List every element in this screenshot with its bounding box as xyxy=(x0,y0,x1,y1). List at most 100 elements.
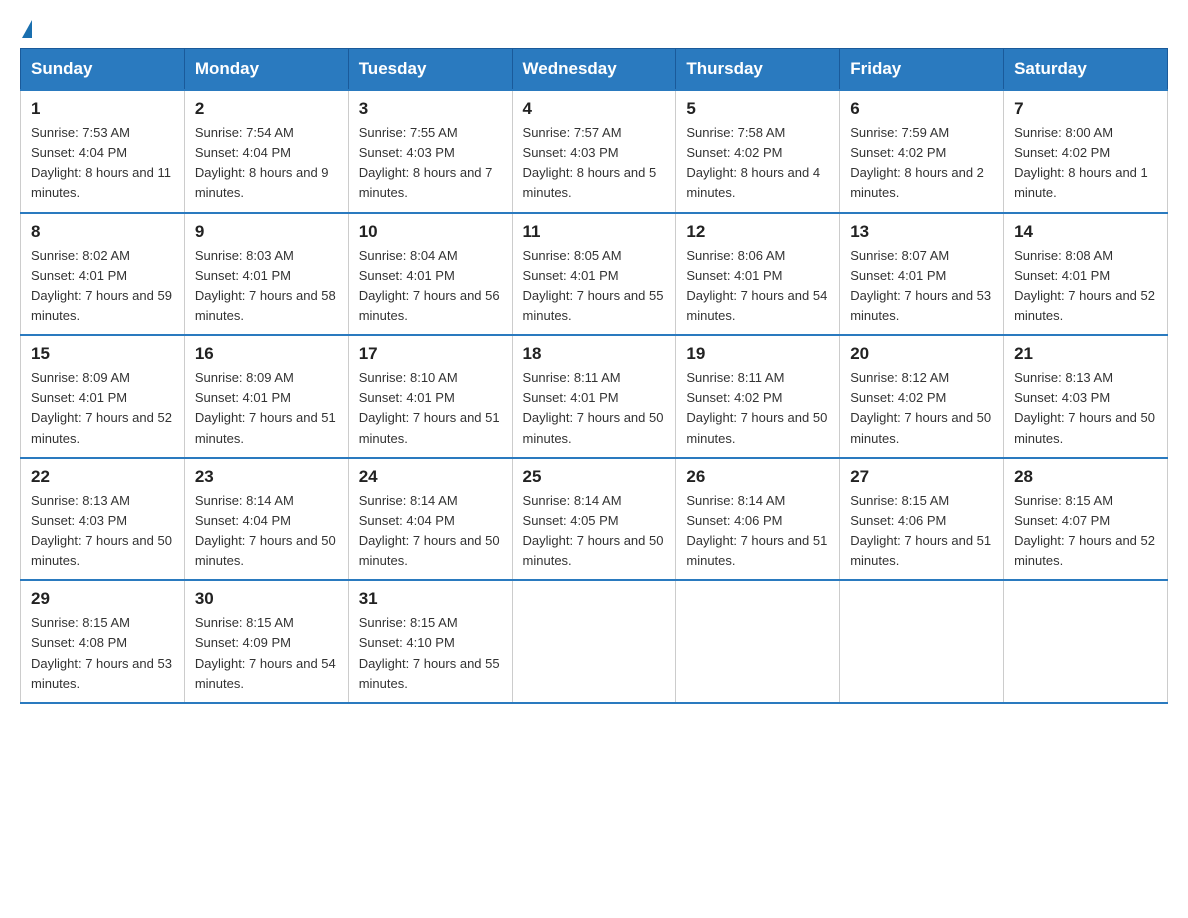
day-number: 24 xyxy=(359,467,502,487)
calendar-day-cell: 21 Sunrise: 8:13 AM Sunset: 4:03 PM Dayl… xyxy=(1004,335,1168,458)
calendar-table: Sunday Monday Tuesday Wednesday Thursday… xyxy=(20,48,1168,704)
calendar-day-cell: 23 Sunrise: 8:14 AM Sunset: 4:04 PM Dayl… xyxy=(184,458,348,581)
day-info: Sunrise: 8:00 AM Sunset: 4:02 PM Dayligh… xyxy=(1014,123,1157,204)
daylight-text: Daylight: 7 hours and 52 minutes. xyxy=(31,410,172,445)
day-info: Sunrise: 8:14 AM Sunset: 4:04 PM Dayligh… xyxy=(195,491,338,572)
sunrise-text: Sunrise: 8:08 AM xyxy=(1014,248,1113,263)
sunset-text: Sunset: 4:01 PM xyxy=(359,268,455,283)
daylight-text: Daylight: 7 hours and 51 minutes. xyxy=(850,533,991,568)
sunset-text: Sunset: 4:08 PM xyxy=(31,635,127,650)
sunset-text: Sunset: 4:04 PM xyxy=(195,513,291,528)
sunrise-text: Sunrise: 8:14 AM xyxy=(523,493,622,508)
daylight-text: Daylight: 7 hours and 52 minutes. xyxy=(1014,533,1155,568)
calendar-day-cell: 18 Sunrise: 8:11 AM Sunset: 4:01 PM Dayl… xyxy=(512,335,676,458)
day-number: 6 xyxy=(850,99,993,119)
sunrise-text: Sunrise: 8:09 AM xyxy=(31,370,130,385)
sunrise-text: Sunrise: 8:05 AM xyxy=(523,248,622,263)
col-sunday: Sunday xyxy=(21,49,185,91)
day-number: 27 xyxy=(850,467,993,487)
day-info: Sunrise: 8:15 AM Sunset: 4:07 PM Dayligh… xyxy=(1014,491,1157,572)
day-number: 5 xyxy=(686,99,829,119)
daylight-text: Daylight: 7 hours and 54 minutes. xyxy=(686,288,827,323)
daylight-text: Daylight: 7 hours and 50 minutes. xyxy=(686,410,827,445)
sunset-text: Sunset: 4:03 PM xyxy=(359,145,455,160)
daylight-text: Daylight: 7 hours and 51 minutes. xyxy=(195,410,336,445)
calendar-day-cell: 1 Sunrise: 7:53 AM Sunset: 4:04 PM Dayli… xyxy=(21,90,185,213)
day-info: Sunrise: 7:59 AM Sunset: 4:02 PM Dayligh… xyxy=(850,123,993,204)
day-info: Sunrise: 8:09 AM Sunset: 4:01 PM Dayligh… xyxy=(195,368,338,449)
daylight-text: Daylight: 7 hours and 50 minutes. xyxy=(523,410,664,445)
sunset-text: Sunset: 4:01 PM xyxy=(359,390,455,405)
day-number: 23 xyxy=(195,467,338,487)
sunset-text: Sunset: 4:01 PM xyxy=(31,268,127,283)
sunset-text: Sunset: 4:05 PM xyxy=(523,513,619,528)
daylight-text: Daylight: 7 hours and 54 minutes. xyxy=(195,656,336,691)
day-info: Sunrise: 8:10 AM Sunset: 4:01 PM Dayligh… xyxy=(359,368,502,449)
sunset-text: Sunset: 4:10 PM xyxy=(359,635,455,650)
sunrise-text: Sunrise: 7:59 AM xyxy=(850,125,949,140)
calendar-day-cell: 7 Sunrise: 8:00 AM Sunset: 4:02 PM Dayli… xyxy=(1004,90,1168,213)
day-number: 14 xyxy=(1014,222,1157,242)
sunrise-text: Sunrise: 8:15 AM xyxy=(359,615,458,630)
sunset-text: Sunset: 4:01 PM xyxy=(523,390,619,405)
calendar-day-cell: 10 Sunrise: 8:04 AM Sunset: 4:01 PM Dayl… xyxy=(348,213,512,336)
daylight-text: Daylight: 7 hours and 59 minutes. xyxy=(31,288,172,323)
day-info: Sunrise: 8:02 AM Sunset: 4:01 PM Dayligh… xyxy=(31,246,174,327)
day-info: Sunrise: 8:14 AM Sunset: 4:04 PM Dayligh… xyxy=(359,491,502,572)
day-number: 17 xyxy=(359,344,502,364)
sunrise-text: Sunrise: 7:58 AM xyxy=(686,125,785,140)
daylight-text: Daylight: 7 hours and 53 minutes. xyxy=(850,288,991,323)
day-number: 8 xyxy=(31,222,174,242)
day-number: 13 xyxy=(850,222,993,242)
sunrise-text: Sunrise: 8:10 AM xyxy=(359,370,458,385)
logo xyxy=(20,20,32,38)
day-info: Sunrise: 8:08 AM Sunset: 4:01 PM Dayligh… xyxy=(1014,246,1157,327)
day-number: 28 xyxy=(1014,467,1157,487)
day-info: Sunrise: 7:58 AM Sunset: 4:02 PM Dayligh… xyxy=(686,123,829,204)
sunset-text: Sunset: 4:02 PM xyxy=(686,145,782,160)
sunrise-text: Sunrise: 8:04 AM xyxy=(359,248,458,263)
sunrise-text: Sunrise: 8:15 AM xyxy=(850,493,949,508)
sunset-text: Sunset: 4:02 PM xyxy=(1014,145,1110,160)
sunrise-text: Sunrise: 8:00 AM xyxy=(1014,125,1113,140)
sunrise-text: Sunrise: 8:13 AM xyxy=(31,493,130,508)
calendar-day-cell: 30 Sunrise: 8:15 AM Sunset: 4:09 PM Dayl… xyxy=(184,580,348,703)
day-number: 25 xyxy=(523,467,666,487)
daylight-text: Daylight: 7 hours and 55 minutes. xyxy=(359,656,500,691)
day-info: Sunrise: 8:03 AM Sunset: 4:01 PM Dayligh… xyxy=(195,246,338,327)
sunset-text: Sunset: 4:02 PM xyxy=(850,390,946,405)
calendar-day-cell: 12 Sunrise: 8:06 AM Sunset: 4:01 PM Dayl… xyxy=(676,213,840,336)
day-number: 30 xyxy=(195,589,338,609)
daylight-text: Daylight: 7 hours and 56 minutes. xyxy=(359,288,500,323)
calendar-day-cell: 8 Sunrise: 8:02 AM Sunset: 4:01 PM Dayli… xyxy=(21,213,185,336)
calendar-day-cell xyxy=(840,580,1004,703)
day-number: 21 xyxy=(1014,344,1157,364)
sunrise-text: Sunrise: 8:14 AM xyxy=(686,493,785,508)
sunset-text: Sunset: 4:09 PM xyxy=(195,635,291,650)
day-info: Sunrise: 8:06 AM Sunset: 4:01 PM Dayligh… xyxy=(686,246,829,327)
sunrise-text: Sunrise: 8:15 AM xyxy=(195,615,294,630)
calendar-day-cell: 13 Sunrise: 8:07 AM Sunset: 4:01 PM Dayl… xyxy=(840,213,1004,336)
calendar-week-row: 1 Sunrise: 7:53 AM Sunset: 4:04 PM Dayli… xyxy=(21,90,1168,213)
day-number: 26 xyxy=(686,467,829,487)
day-info: Sunrise: 8:15 AM Sunset: 4:10 PM Dayligh… xyxy=(359,613,502,694)
day-number: 2 xyxy=(195,99,338,119)
sunrise-text: Sunrise: 8:07 AM xyxy=(850,248,949,263)
calendar-day-cell: 25 Sunrise: 8:14 AM Sunset: 4:05 PM Dayl… xyxy=(512,458,676,581)
day-info: Sunrise: 8:13 AM Sunset: 4:03 PM Dayligh… xyxy=(31,491,174,572)
calendar-day-cell: 28 Sunrise: 8:15 AM Sunset: 4:07 PM Dayl… xyxy=(1004,458,1168,581)
sunset-text: Sunset: 4:01 PM xyxy=(31,390,127,405)
sunset-text: Sunset: 4:04 PM xyxy=(195,145,291,160)
sunset-text: Sunset: 4:01 PM xyxy=(850,268,946,283)
calendar-day-cell: 20 Sunrise: 8:12 AM Sunset: 4:02 PM Dayl… xyxy=(840,335,1004,458)
daylight-text: Daylight: 8 hours and 11 minutes. xyxy=(31,165,171,200)
day-number: 10 xyxy=(359,222,502,242)
col-monday: Monday xyxy=(184,49,348,91)
sunrise-text: Sunrise: 8:12 AM xyxy=(850,370,949,385)
day-number: 18 xyxy=(523,344,666,364)
sunset-text: Sunset: 4:02 PM xyxy=(686,390,782,405)
day-info: Sunrise: 7:54 AM Sunset: 4:04 PM Dayligh… xyxy=(195,123,338,204)
day-info: Sunrise: 7:57 AM Sunset: 4:03 PM Dayligh… xyxy=(523,123,666,204)
calendar-day-cell xyxy=(1004,580,1168,703)
daylight-text: Daylight: 7 hours and 50 minutes. xyxy=(850,410,991,445)
